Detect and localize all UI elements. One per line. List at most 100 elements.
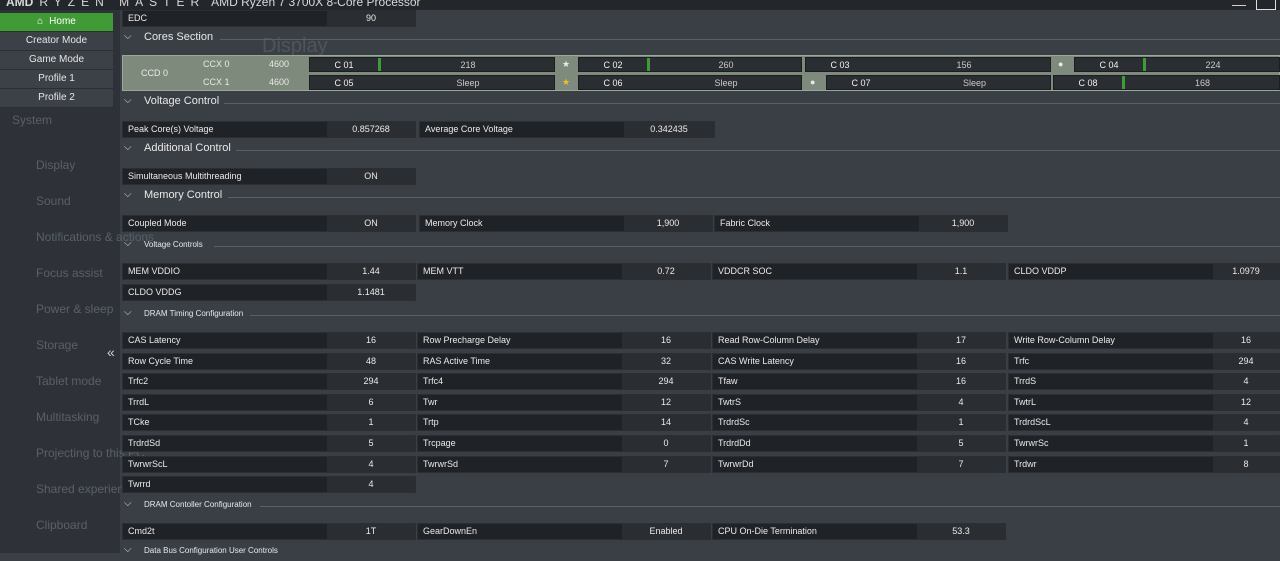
field-label: Cmd2t (128, 526, 155, 536)
edc-label: EDC (128, 13, 148, 23)
core-value: Sleep (962, 78, 987, 88)
trcpage-field[interactable]: Trcpage 0 (417, 435, 711, 452)
section-memory-control[interactable]: ⌵ Memory Control (120, 188, 1280, 206)
field-label: Memory Clock (425, 218, 483, 228)
section-cores[interactable]: ⌵ Cores Section (120, 30, 1280, 48)
trfc4-field[interactable]: Trfc4 294 (417, 373, 711, 391)
twrwrdd-field[interactable]: TwrwrDd 7 (712, 455, 1006, 473)
smt-field[interactable]: Simultaneous Multithreading ON (122, 168, 416, 185)
cas-latency-field[interactable]: CAS Latency 16 (122, 332, 416, 349)
core-tile[interactable]: C 03 156 (805, 57, 1051, 72)
field-value: 294 (327, 374, 415, 390)
core-tile[interactable]: C 08 168 (1053, 75, 1280, 90)
core-tile[interactable]: C 06 Sleep (578, 75, 802, 90)
trdrdsc-field[interactable]: TrdrdSc 1 (712, 414, 1006, 432)
field-value: 4 (327, 456, 415, 472)
core-activity-bar (378, 58, 381, 71)
twrwrscl-field[interactable]: TwrwrScL 4 (122, 455, 416, 473)
trdrdsd-field[interactable]: TrdrdSd 5 (122, 435, 416, 452)
cas-write-latency-field[interactable]: CAS Write Latency 16 (712, 352, 1006, 370)
section-data-bus[interactable]: ⌵ Data Bus Configuration User Controls (120, 543, 1280, 561)
field-value: 1.0979 (1213, 264, 1279, 279)
trtp-field[interactable]: Trtp 14 (417, 414, 711, 432)
core-tile[interactable]: C 05 Sleep (309, 75, 555, 90)
field-value: 1T (327, 524, 415, 539)
field-value: 1 (1213, 436, 1279, 451)
vddcr-soc-field[interactable]: VDDCR SOC 1.1 (712, 263, 1006, 280)
core-tile[interactable]: C 02 260 (578, 57, 802, 72)
field-label: Row Precharge Delay (423, 335, 511, 345)
trfc2-field[interactable]: Trfc2 294 (122, 373, 416, 391)
field-label: TwrwrSd (423, 458, 459, 469)
nav-item-creator-mode[interactable]: Creator Mode (0, 32, 113, 51)
row-cycle-time-field[interactable]: Row Cycle Time 48 (122, 352, 416, 370)
nav-item-home[interactable]: ⌂ Home (0, 13, 113, 32)
section-voltage-controls[interactable]: ⌵ Voltage Controls (120, 237, 1280, 255)
section-title: Cores Section (144, 31, 214, 43)
twr-field[interactable]: Twr 12 (417, 393, 711, 411)
trrdl-field[interactable]: TrrdL 6 (122, 393, 416, 411)
section-dram-timing[interactable]: ⌵ DRAM Timing Configuration (120, 306, 1280, 324)
read-row-column-delay-field[interactable]: Read Row-Column Delay 17 (712, 332, 1006, 349)
field-label: Trcpage (423, 438, 456, 448)
mem-vtt-field[interactable]: MEM VTT 0.72 (417, 263, 711, 280)
nav-item-game-mode[interactable]: Game Mode (0, 51, 113, 70)
cldo-vddp-field[interactable]: CLDO VDDP 1.0979 (1008, 263, 1280, 280)
twtrl-field[interactable]: TwtrL 12 (1008, 393, 1280, 411)
field-label: Twrrd (128, 479, 151, 490)
ras-active-time-field[interactable]: RAS Active Time 32 (417, 352, 711, 370)
trrds-field[interactable]: TrrdS 4 (1008, 373, 1280, 391)
memory-clock-field[interactable]: Memory Clock 1,900 (419, 215, 713, 232)
core-name: C 05 (334, 78, 354, 88)
field-value: Enabled (622, 524, 710, 539)
nav-item-profile-2[interactable]: Profile 2 (0, 89, 113, 108)
section-additional-control[interactable]: ⌵ Additional Control (120, 141, 1280, 159)
write-row-column-delay-field[interactable]: Write Row-Column Delay 16 (1008, 332, 1280, 349)
row-precharge-delay-field[interactable]: Row Precharge Delay 16 (417, 332, 711, 349)
core-tile[interactable]: C 01 218 (309, 57, 555, 72)
twrwrsc-field[interactable]: TwrwrSc 1 (1008, 435, 1280, 452)
twrwrsd-field[interactable]: TwrwrSd 7 (417, 455, 711, 473)
trdrdscl-field[interactable]: TrdrdScL 4 (1008, 414, 1280, 432)
field-label: CLDO VDDG (128, 287, 182, 297)
fabric-clock-field[interactable]: Fabric Clock 1,900 (714, 215, 1008, 232)
field-label: TwrwrDd (718, 458, 754, 469)
field-value: 1 (327, 415, 415, 431)
twrrd-field[interactable]: Twrrd 4 (122, 476, 416, 494)
geardownen-field[interactable]: GearDownEn Enabled (417, 523, 711, 540)
field-label: Trtp (423, 417, 439, 428)
coupled-mode-field[interactable]: Coupled Mode ON (122, 215, 416, 232)
section-voltage-control[interactable]: ⌵ Voltage Control (120, 94, 1280, 112)
field-label: TrdrdScL (1014, 417, 1051, 428)
trdrddd-field[interactable]: TrdrdDd 5 (712, 435, 1006, 452)
cldo-vddg-field[interactable]: CLDO VDDG 1.1481 (122, 284, 416, 301)
field-label: Trfc2 (128, 376, 149, 387)
cmd2t-field[interactable]: Cmd2t 1T (122, 523, 416, 540)
section-title: Additional Control (144, 142, 231, 154)
core-tile[interactable]: C 07 Sleep (826, 75, 1051, 90)
tfaw-field[interactable]: Tfaw 16 (712, 373, 1006, 391)
twtrs-field[interactable]: TwtrS 4 (712, 393, 1006, 411)
section-dram-controller[interactable]: ⌵ DRAM Contoller Configuration (120, 497, 1280, 515)
nav-item-profile-1[interactable]: Profile 1 (0, 70, 113, 89)
background-sidebar-item: Clipboard (36, 518, 88, 532)
mem-vddio-field[interactable]: MEM VDDIO 1.44 (122, 263, 416, 280)
field-label: Write Row-Column Delay (1014, 335, 1115, 345)
section-title: DRAM Timing Configuration (144, 309, 244, 318)
background-sidebar-item: Sound (36, 194, 71, 208)
field-value: 1,900 (624, 216, 712, 231)
field-label: CPU On-Die Termination (718, 526, 817, 536)
best-core-star-icon: ★ (562, 77, 571, 87)
core-tile[interactable]: C 04 224 (1074, 57, 1280, 72)
field-label: CLDO VDDP (1014, 266, 1067, 276)
field-label: TwtrS (718, 396, 742, 407)
cpu-on-die-termination-field[interactable]: CPU On-Die Termination 53.3 (712, 523, 1006, 540)
tcke-field[interactable]: TCke 1 (122, 414, 416, 432)
collapse-nav-icon[interactable]: « (107, 344, 115, 360)
field-value: 1.44 (327, 264, 415, 279)
ccx-frequency: 4600 (269, 77, 290, 87)
trfc-field[interactable]: Trfc 294 (1008, 352, 1280, 370)
amd-logo: AMD (6, 0, 34, 9)
trdwr-field[interactable]: Trdwr 8 (1008, 455, 1280, 473)
field-value: 53.3 (917, 524, 1005, 539)
